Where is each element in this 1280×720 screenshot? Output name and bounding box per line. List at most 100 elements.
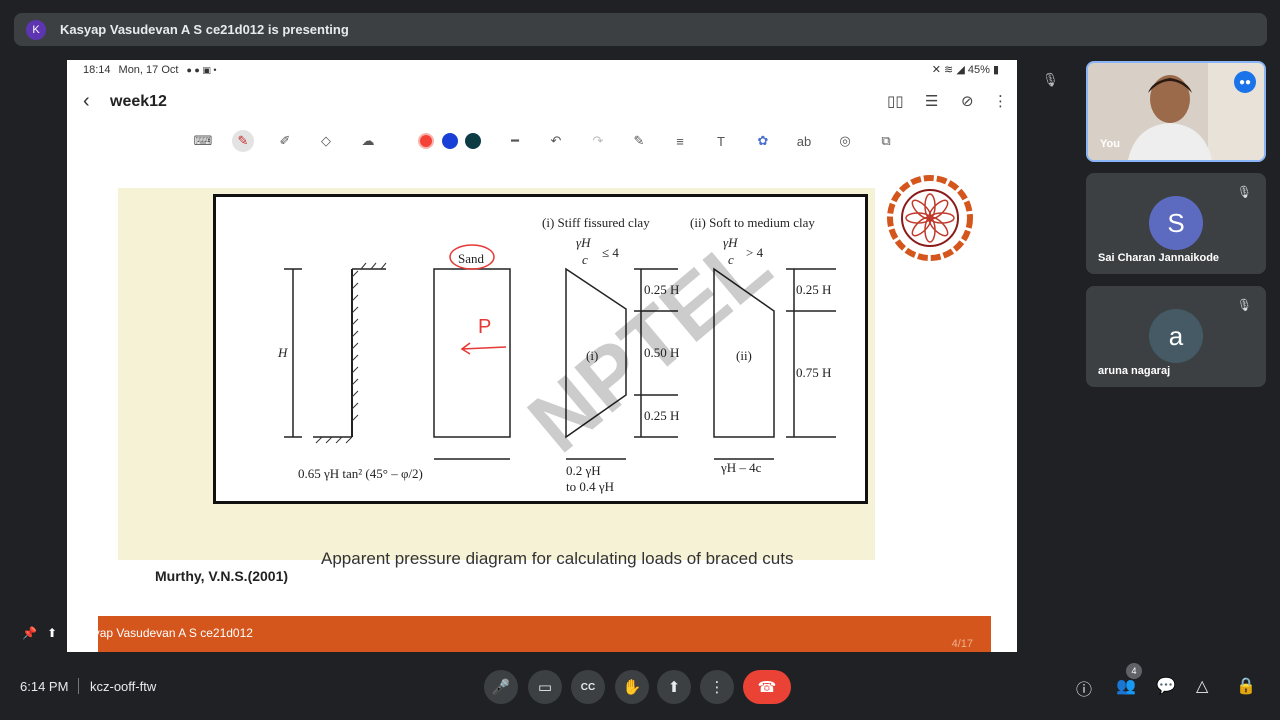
text-tool-icon[interactable]: T (710, 130, 732, 152)
status-battery-percent: 45% (967, 64, 990, 76)
label-stiff-clay: (i) Stiff fissured clay (542, 215, 650, 230)
presenting-banner: K Kasyap Vasudevan A S ce21d012 is prese… (14, 13, 1267, 46)
diagram-svg: NPTEL H Sand P (i) Stiff fissured clay (… (277, 215, 836, 494)
label-clay1-b: to 0.4 γH (566, 479, 614, 494)
label-025h-a: 0.25 H (644, 282, 679, 297)
captions-button[interactable]: CC (571, 670, 605, 704)
more-options-button[interactable]: ⋮ (700, 670, 734, 704)
divider (78, 678, 79, 694)
hand-icon: ✋ (622, 679, 642, 696)
color-dark[interactable] (465, 133, 481, 149)
nptel-logo (887, 175, 973, 261)
present-screen-icon: ⬆ (667, 679, 681, 696)
label-025h-b: 0.25 H (644, 408, 679, 423)
raise-hand-button[interactable]: ✋ (615, 670, 649, 704)
notes-app-bar: ‹ week12 ▯▯ ☰ ⊘ ⋮ (67, 82, 1017, 122)
tablet-status-bar: 18:14 Mon, 17 Oct ● ● ▣ • ✕ ≋ ◢ 45% ▮ (67, 60, 1017, 80)
chat-icon[interactable]: 💬 (1156, 676, 1176, 696)
participant-name: You (1100, 138, 1120, 150)
speaking-indicator-icon: ●● (1234, 71, 1256, 93)
present-button[interactable]: ⬆ (657, 670, 691, 704)
book-view-icon[interactable]: ▯▯ (887, 92, 904, 110)
people-icon[interactable]: 👥 (1116, 676, 1136, 696)
presenter-avatar: K (26, 19, 46, 40)
label-i: (i) (586, 348, 598, 363)
more-vert-icon: ⋮ (709, 679, 725, 696)
leave-call-button[interactable]: ☎ (743, 670, 791, 704)
eraser-icon[interactable]: ◇ (315, 130, 337, 152)
status-time: 18:14 (83, 64, 111, 76)
host-controls-icon[interactable]: 🔒 (1236, 676, 1256, 696)
label-P: P (478, 316, 491, 338)
slide-caption: Apparent pressure diagram for calculatin… (321, 549, 794, 568)
participant-tile-aruna[interactable]: 🎙 a aruna nagaraj (1086, 286, 1266, 387)
info-icon[interactable]: ⓘ (1076, 676, 1092, 700)
list-icon[interactable]: ☰ (925, 92, 938, 110)
label-050h: 0.50 H (644, 345, 679, 360)
color-red[interactable] (418, 133, 434, 149)
mic-button[interactable]: 🎤 (484, 670, 518, 704)
mic-off-icon: 🎙 (1236, 185, 1252, 199)
status-signal-icon: ✕ ≋ ◢ (931, 64, 968, 76)
pin-icon[interactable]: 📌 (22, 626, 37, 640)
insert-text-icon[interactable]: ab (793, 130, 815, 152)
mic-off-icon: 🎙 (1236, 298, 1252, 312)
label-c-2: c (728, 252, 734, 267)
label-le4: ≤ 4 (602, 245, 619, 260)
color-blue[interactable] (442, 133, 458, 149)
mic-icon: 🎤 (491, 679, 511, 696)
image-icon[interactable]: ⧉ (875, 130, 897, 152)
text-align-icon[interactable]: ≡ (669, 130, 691, 152)
stroke-width-icon[interactable]: ━ (504, 130, 526, 152)
keyboard-icon[interactable]: ⌨ (192, 130, 214, 152)
pen-settings-icon[interactable]: ✎ (628, 130, 650, 152)
label-c-1: c (582, 252, 588, 267)
activities-icon[interactable]: △ (1196, 676, 1208, 696)
lasso-icon[interactable]: ☁ (357, 130, 379, 152)
label-sand: Sand (458, 251, 485, 266)
presenting-text: Kasyap Vasudevan A S ce21d012 is present… (60, 22, 349, 37)
participant-name: aruna nagaraj (1098, 365, 1171, 377)
label-025h-c: 0.25 H (796, 282, 831, 297)
status-date: Mon, 17 Oct (118, 64, 179, 76)
participant-tile-sai[interactable]: 🎙 S Sai Charan Jannaikode (1086, 173, 1266, 274)
presenter-label: 📌 ⬆ Kasyap Vasudevan A S ce21d012 (22, 626, 253, 640)
participant-tile-you[interactable]: ●● You (1086, 61, 1266, 162)
people-count-badge: 4 (1126, 663, 1142, 679)
drawing-toolbar: ⌨ ✎ ✐ ◇ ☁ ━ ↶ ↷ ✎ ≡ T ✿ ab ◎ ⧉ (67, 126, 1017, 156)
label-gh-1: γH (576, 235, 591, 250)
participant-name: Sai Charan Jannaikode (1098, 252, 1220, 264)
mic-off-icon: 🎙 (1042, 72, 1059, 87)
redo-icon[interactable]: ↷ (587, 130, 609, 152)
avatar: S (1149, 196, 1203, 250)
slide: NPTEL H Sand P (i) Stiff fissured clay (… (98, 158, 991, 653)
meeting-time: 6:14 PM (20, 679, 69, 694)
more-vert-icon[interactable]: ⋮ (993, 92, 1008, 110)
notebook-title: week12 (110, 93, 167, 110)
slide-panel: NPTEL H Sand P (i) Stiff fissured clay (… (118, 188, 875, 584)
meeting-controls-bar: 6:14 PM kcz-ooff-ftw 🎤 ▭ CC ✋ ⬆ ⋮ ☎ ⓘ 👥 … (0, 652, 1280, 720)
highlighter-icon[interactable]: ✐ (274, 130, 296, 152)
camera-button[interactable]: ▭ (528, 670, 562, 704)
attach-icon[interactable]: ⊘ (961, 92, 974, 110)
slide-credit: Murthy, V.N.S.(2001) (155, 568, 289, 584)
label-ii: (ii) (736, 348, 752, 363)
meeting-code: kcz-ooff-ftw (90, 679, 157, 694)
shapes-icon[interactable]: ◎ (834, 130, 856, 152)
avatar: a (1149, 309, 1203, 363)
pen-icon[interactable]: ✎ (232, 130, 254, 152)
undo-icon[interactable]: ↶ (545, 130, 567, 152)
label-sand-formula: 0.65 γH tan² (45° – φ/2) (298, 466, 423, 481)
label-clay2: γH – 4c (720, 460, 762, 475)
camera-icon: ▭ (537, 679, 553, 696)
pressure-diagram: NPTEL H Sand P (i) Stiff fissured clay (… (213, 194, 868, 504)
ai-tool-icon[interactable]: ✿ (752, 130, 774, 152)
battery-level: ✕ ≋ ◢ 45% ▮ (932, 63, 999, 76)
present-icon: ⬆ (46, 626, 58, 640)
label-clay1-a: 0.2 γH (566, 463, 601, 478)
status-icons: ● ● ▣ • (186, 64, 217, 75)
battery-icon: ▮ (992, 64, 999, 76)
back-icon[interactable]: ‹ (83, 90, 90, 113)
label-H: H (277, 345, 288, 360)
label-soft-clay: (ii) Soft to medium clay (690, 215, 815, 230)
